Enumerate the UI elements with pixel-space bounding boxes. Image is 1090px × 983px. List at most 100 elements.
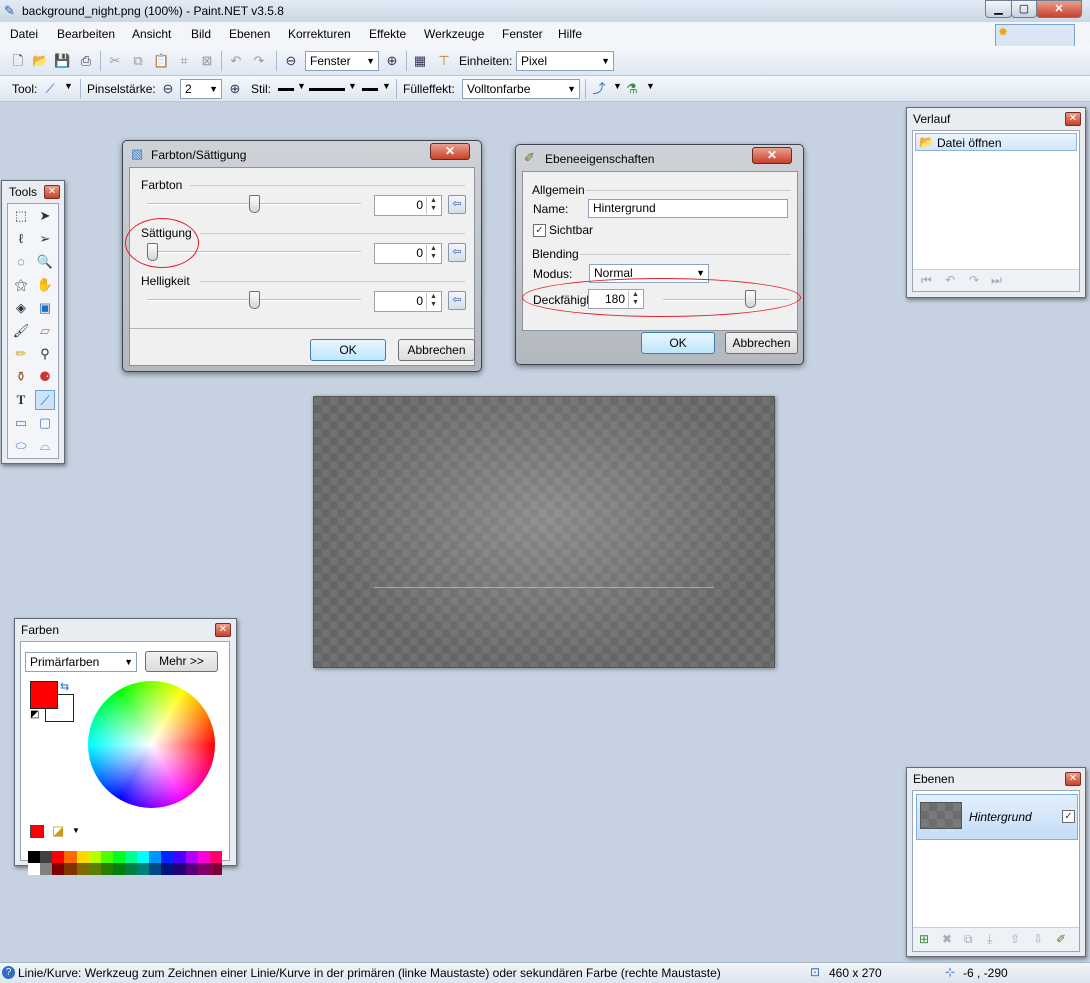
- merge-layer-icon[interactable]: ⤓: [987, 932, 992, 947]
- rectangle-select-icon[interactable]: ⬚: [11, 206, 31, 226]
- chevron-down-icon[interactable]: ▼: [348, 81, 357, 91]
- swap-colors-icon[interactable]: ⇆: [60, 680, 69, 693]
- magic-wand-icon[interactable]: ⚝: [11, 275, 31, 295]
- saturation-reset-button[interactable]: ⇦: [448, 243, 466, 262]
- paint-bucket-icon[interactable]: ◈: [11, 298, 31, 318]
- lightness-reset-button[interactable]: ⇦: [448, 291, 466, 310]
- name-input[interactable]: Hintergrund: [588, 199, 788, 218]
- close-button[interactable]: ✕: [1036, 0, 1082, 18]
- dialog-close-button[interactable]: ✕: [752, 147, 792, 164]
- add-layer-icon[interactable]: ⊞: [919, 932, 929, 946]
- reset-colors-icon[interactable]: ◩: [30, 709, 39, 720]
- move-selected-icon[interactable]: ➤: [35, 206, 55, 226]
- line-end-style[interactable]: [362, 88, 378, 91]
- color-picker-icon[interactable]: ⚲: [35, 344, 55, 364]
- maximize-button[interactable]: ▢: [1011, 0, 1037, 18]
- menu-fenster[interactable]: Fenster: [502, 27, 543, 41]
- lightness-slider-thumb[interactable]: [249, 291, 260, 309]
- duplicate-layer-icon[interactable]: ⧉: [964, 932, 973, 947]
- menu-bild[interactable]: Bild: [191, 27, 211, 41]
- recolor-icon[interactable]: ⚈: [35, 367, 55, 387]
- layer-row[interactable]: Hintergrund ✓: [916, 794, 1078, 840]
- lightness-input[interactable]: 0 ▲ ▼: [374, 291, 442, 312]
- layers-close-icon[interactable]: ✕: [1065, 772, 1081, 786]
- ok-button[interactable]: OK: [641, 332, 715, 354]
- move-up-icon[interactable]: ⇧: [1010, 932, 1020, 946]
- more-button[interactable]: Mehr >>: [145, 651, 218, 672]
- primary-color-swatch[interactable]: [30, 681, 58, 709]
- ellipse-select-icon[interactable]: ◌: [11, 252, 31, 272]
- zoom-out-icon[interactable]: ⊖: [283, 53, 299, 69]
- zoom-in-icon[interactable]: ⊕: [384, 53, 400, 69]
- hue-input[interactable]: 0 ▲ ▼: [374, 195, 442, 216]
- move-selection-icon[interactable]: ➢: [35, 229, 55, 249]
- colors-close-icon[interactable]: ✕: [215, 623, 231, 637]
- primary-color-small[interactable]: [30, 825, 44, 838]
- ok-button[interactable]: OK: [310, 339, 386, 361]
- redo-icon[interactable]: ↷: [251, 53, 267, 69]
- blend-mode-icon[interactable]: ⚗: [624, 81, 640, 97]
- last-step-icon[interactable]: ⏭: [991, 273, 1002, 288]
- copy-icon[interactable]: ⧉: [130, 53, 146, 69]
- crop-icon[interactable]: ⌗: [176, 53, 192, 69]
- open-file-icon[interactable]: 📂: [32, 53, 48, 69]
- print-icon[interactable]: ⎙: [78, 53, 94, 69]
- tools-close-icon[interactable]: ✕: [44, 185, 60, 199]
- spinner-icon[interactable]: ▲ ▼: [426, 245, 440, 262]
- rounded-rectangle-icon[interactable]: ▢: [35, 413, 55, 433]
- chevron-down-icon[interactable]: ▼: [64, 81, 73, 91]
- menu-werkzeuge[interactable]: Werkzeuge: [424, 27, 484, 41]
- color-wheel[interactable]: [88, 681, 215, 808]
- image-canvas[interactable]: [313, 396, 775, 668]
- text-icon[interactable]: T: [11, 390, 31, 410]
- hue-slider-thumb[interactable]: [249, 195, 260, 213]
- history-close-icon[interactable]: ✕: [1065, 112, 1081, 126]
- menu-hilfe[interactable]: Hilfe: [558, 27, 582, 41]
- saturation-input[interactable]: 0 ▲ ▼: [374, 243, 442, 264]
- undo-icon[interactable]: ↶: [228, 53, 244, 69]
- chevron-down-icon[interactable]: ▼: [646, 81, 655, 91]
- freeform-shape-icon[interactable]: ⌓: [35, 436, 55, 456]
- grid-icon[interactable]: ▦: [412, 53, 428, 69]
- save-icon[interactable]: 💾: [54, 53, 70, 69]
- color-palette[interactable]: [28, 851, 222, 875]
- increase-icon[interactable]: ⊕: [227, 81, 243, 97]
- new-file-icon[interactable]: 🗋: [10, 53, 26, 69]
- spinner-icon[interactable]: ▲ ▼: [426, 197, 440, 214]
- pencil-icon[interactable]: ✏: [11, 344, 31, 364]
- undo-step-icon[interactable]: ↶: [945, 273, 955, 287]
- minimize-button[interactable]: ▁: [985, 0, 1012, 18]
- zoom-combo[interactable]: Fenster ▼: [305, 51, 379, 71]
- dialog-close-button[interactable]: ✕: [430, 143, 470, 160]
- chevron-down-icon[interactable]: ▼: [297, 81, 306, 91]
- cut-icon[interactable]: ✂: [107, 53, 123, 69]
- lasso-icon[interactable]: ℓ: [11, 229, 31, 249]
- line-start-style[interactable]: [278, 88, 294, 91]
- units-combo[interactable]: Pixel ▼: [516, 51, 614, 71]
- history-item[interactable]: 📂 Datei öffnen: [915, 133, 1077, 151]
- menu-korrekturen[interactable]: Korrekturen: [288, 27, 351, 41]
- menu-ebenen[interactable]: Ebenen: [229, 27, 270, 41]
- gradient-icon[interactable]: ▣: [35, 298, 55, 318]
- pan-icon[interactable]: ✋: [35, 275, 55, 295]
- menu-datei[interactable]: Datei: [10, 27, 38, 41]
- rectangle-icon[interactable]: ▭: [11, 413, 31, 433]
- eraser-icon[interactable]: ▱: [35, 321, 55, 341]
- first-step-icon[interactable]: ⏮: [921, 273, 932, 288]
- line-curve-icon[interactable]: ⟋: [42, 81, 58, 97]
- antialias-icon[interactable]: ⤴: [591, 81, 607, 97]
- paste-icon[interactable]: 📋: [153, 53, 169, 69]
- zoom-icon[interactable]: 🔍: [35, 252, 55, 272]
- layer-properties-icon[interactable]: ✐: [1056, 932, 1066, 946]
- chevron-down-icon[interactable]: ▼: [382, 81, 391, 91]
- visible-checkbox[interactable]: ✓: [533, 224, 546, 237]
- menu-ansicht[interactable]: Ansicht: [132, 27, 171, 41]
- move-down-icon[interactable]: ⇩: [1033, 932, 1043, 946]
- hue-reset-button[interactable]: ⇦: [448, 195, 466, 214]
- cancel-button[interactable]: Abbrechen: [398, 339, 475, 361]
- ellipse-icon[interactable]: ⬭: [11, 436, 31, 456]
- cancel-button[interactable]: Abbrechen: [725, 332, 798, 354]
- spinner-icon[interactable]: ▲ ▼: [426, 293, 440, 310]
- menu-bearbeiten[interactable]: Bearbeiten: [57, 27, 115, 41]
- decrease-icon[interactable]: ⊖: [160, 81, 176, 97]
